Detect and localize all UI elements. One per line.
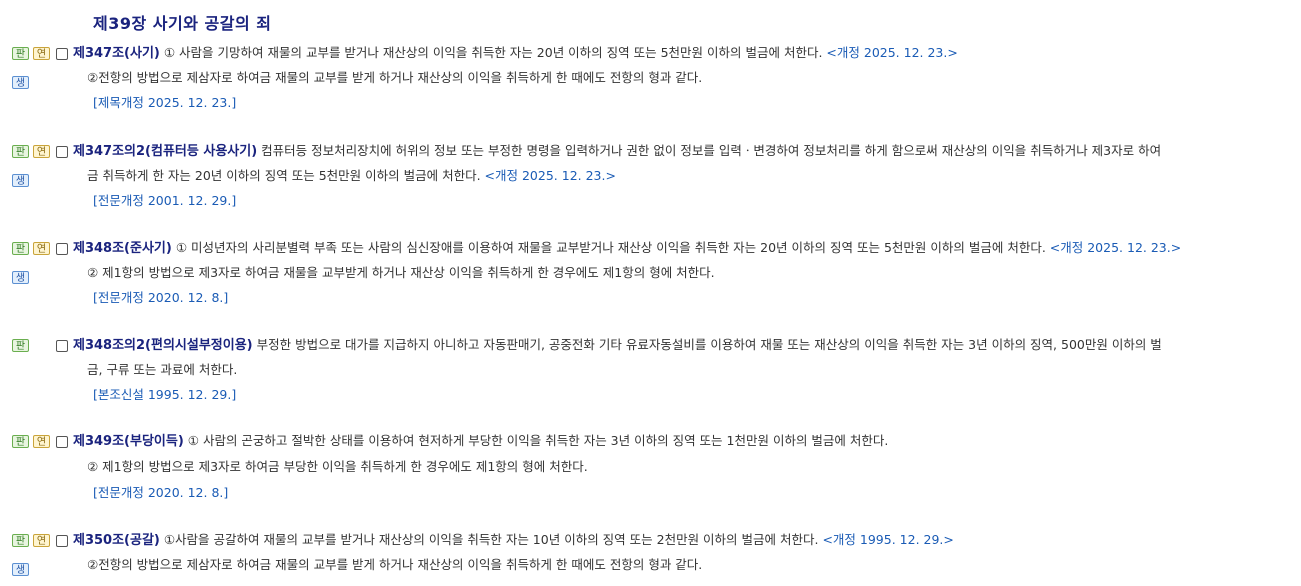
precedent-badge[interactable]: 판: [12, 534, 29, 547]
amendment-note[interactable]: <개정 2025. 12. 23.>: [1050, 240, 1181, 255]
article-checkbox[interactable]: [56, 243, 68, 255]
precedent-badge[interactable]: 판: [12, 435, 29, 448]
article-checkbox[interactable]: [56, 535, 68, 547]
article-text: 컴퓨터등 정보처리장치에 허위의 정보 또는 부정한 명령을 입력하거나 권한 …: [261, 143, 1162, 158]
article-line-1: 제348조(준사기) ① 미성년자의 사리분별력 부족 또는 사람의 심신장애를…: [73, 240, 1181, 257]
precedent-badge[interactable]: 판: [12, 47, 29, 60]
article-line-1: 제350조(공갈) ①사람을 공갈하여 재물의 교부를 받거나 재산상의 이익을…: [73, 532, 954, 549]
article-line-1: 제347조(사기) ① 사람을 기망하여 재물의 교부를 받거나 재산상의 이익…: [73, 45, 958, 62]
revision-history: [전문개정 2020. 12. 8.]: [93, 485, 229, 500]
revision-history: [전문개정 2020. 12. 8.]: [93, 290, 229, 305]
article-text: 금, 구류 또는 과료에 처한다.: [87, 362, 238, 377]
amendment-note[interactable]: <개정 2025. 12. 23.>: [826, 45, 957, 60]
chapter-title: 제39장 사기와 공갈의 죄: [93, 14, 272, 33]
article-line-1: 제347조의2(컴퓨터등 사용사기) 컴퓨터등 정보처리장치에 허위의 정보 또…: [73, 143, 1161, 160]
lifecycle-badge[interactable]: 생: [12, 271, 29, 284]
article-text: 부정한 방법으로 대가를 지급하지 아니하고 자동판매기, 공중전화 기타 유료…: [256, 337, 1162, 352]
article-line-1: 제348조의2(편의시설부정이용) 부정한 방법으로 대가를 지급하지 아니하고…: [73, 337, 1162, 354]
lifecycle-badge[interactable]: 생: [12, 174, 29, 187]
revision-history: [본조신설 1995. 12. 29.]: [93, 387, 237, 402]
article-line-1: 제349조(부당이득) ① 사람의 곤궁하고 절박한 상태를 이용하여 현저하게…: [73, 433, 888, 450]
article-text: ①사람을 공갈하여 재물의 교부를 받거나 재산상의 이익을 취득한 자는 10…: [163, 532, 819, 547]
amendment-note[interactable]: <개정 2025. 12. 23.>: [485, 168, 616, 183]
article-checkbox[interactable]: [56, 340, 68, 352]
article-line-2: ② 제1항의 방법으로 제3자로 하여금 부당한 이익을 취득하게 한 경우에도…: [87, 459, 588, 475]
lifecycle-badge[interactable]: 생: [12, 563, 29, 576]
article-text: ② 제1항의 방법으로 제3자로 하여금 부당한 이익을 취득하게 한 경우에도…: [87, 459, 588, 474]
article-title[interactable]: 제347조의2(컴퓨터등 사용사기): [73, 144, 257, 159]
precedent-badge[interactable]: 판: [12, 145, 29, 158]
article-text: ① 사람의 곤궁하고 절박한 상태를 이용하여 현저하게 부당한 이익을 취득한…: [187, 433, 889, 448]
history-badge[interactable]: 연: [33, 435, 50, 448]
revision-history: [제목개정 2025. 12. 23.]: [93, 95, 237, 110]
article-title[interactable]: 제348조의2(편의시설부정이용): [73, 338, 253, 353]
precedent-badge[interactable]: 판: [12, 339, 29, 352]
article-text: 금 취득하게 한 자는 20년 이하의 징역 또는 5천만원 이하의 벌금에 처…: [87, 168, 481, 183]
article-line-2: ②전항의 방법으로 제삼자로 하여금 재물의 교부를 받게 하거나 재산상의 이…: [87, 70, 702, 86]
article-line-2: 금, 구류 또는 과료에 처한다.: [87, 362, 237, 378]
article-line-2: ②전항의 방법으로 제삼자로 하여금 재물의 교부를 받게 하거나 재산상의 이…: [87, 557, 702, 573]
article-text: ②전항의 방법으로 제삼자로 하여금 재물의 교부를 받게 하거나 재산상의 이…: [87, 70, 703, 85]
article-line-2: ② 제1항의 방법으로 제3자로 하여금 재물을 교부받게 하거나 재산상 이익…: [87, 265, 715, 281]
article-checkbox[interactable]: [56, 436, 68, 448]
article-title[interactable]: 제349조(부당이득): [73, 434, 184, 449]
article-text: ① 사람을 기망하여 재물의 교부를 받거나 재산상의 이익을 취득한 자는 2…: [163, 45, 823, 60]
article-checkbox[interactable]: [56, 146, 68, 158]
history-badge[interactable]: 연: [33, 47, 50, 60]
article-title[interactable]: 제347조(사기): [73, 46, 160, 61]
history-badge[interactable]: 연: [33, 145, 50, 158]
article-title[interactable]: 제348조(준사기): [73, 241, 172, 256]
article-text: ② 제1항의 방법으로 제3자로 하여금 재물을 교부받게 하거나 재산상 이익…: [87, 265, 715, 280]
article-text: ②전항의 방법으로 제삼자로 하여금 재물의 교부를 받게 하거나 재산상의 이…: [87, 557, 703, 572]
history-badge[interactable]: 연: [33, 242, 50, 255]
revision-history: [전문개정 2001. 12. 29.]: [93, 193, 237, 208]
precedent-badge[interactable]: 판: [12, 242, 29, 255]
lifecycle-badge[interactable]: 생: [12, 76, 29, 89]
article-checkbox[interactable]: [56, 48, 68, 60]
history-badge[interactable]: 연: [33, 534, 50, 547]
article-line-2: 금 취득하게 한 자는 20년 이하의 징역 또는 5천만원 이하의 벌금에 처…: [87, 168, 616, 184]
article-text: ① 미성년자의 사리분별력 부족 또는 사람의 심신장애를 이용하여 재물을 교…: [175, 240, 1046, 255]
amendment-note[interactable]: <개정 1995. 12. 29.>: [822, 532, 953, 547]
article-title[interactable]: 제350조(공갈): [73, 533, 160, 548]
